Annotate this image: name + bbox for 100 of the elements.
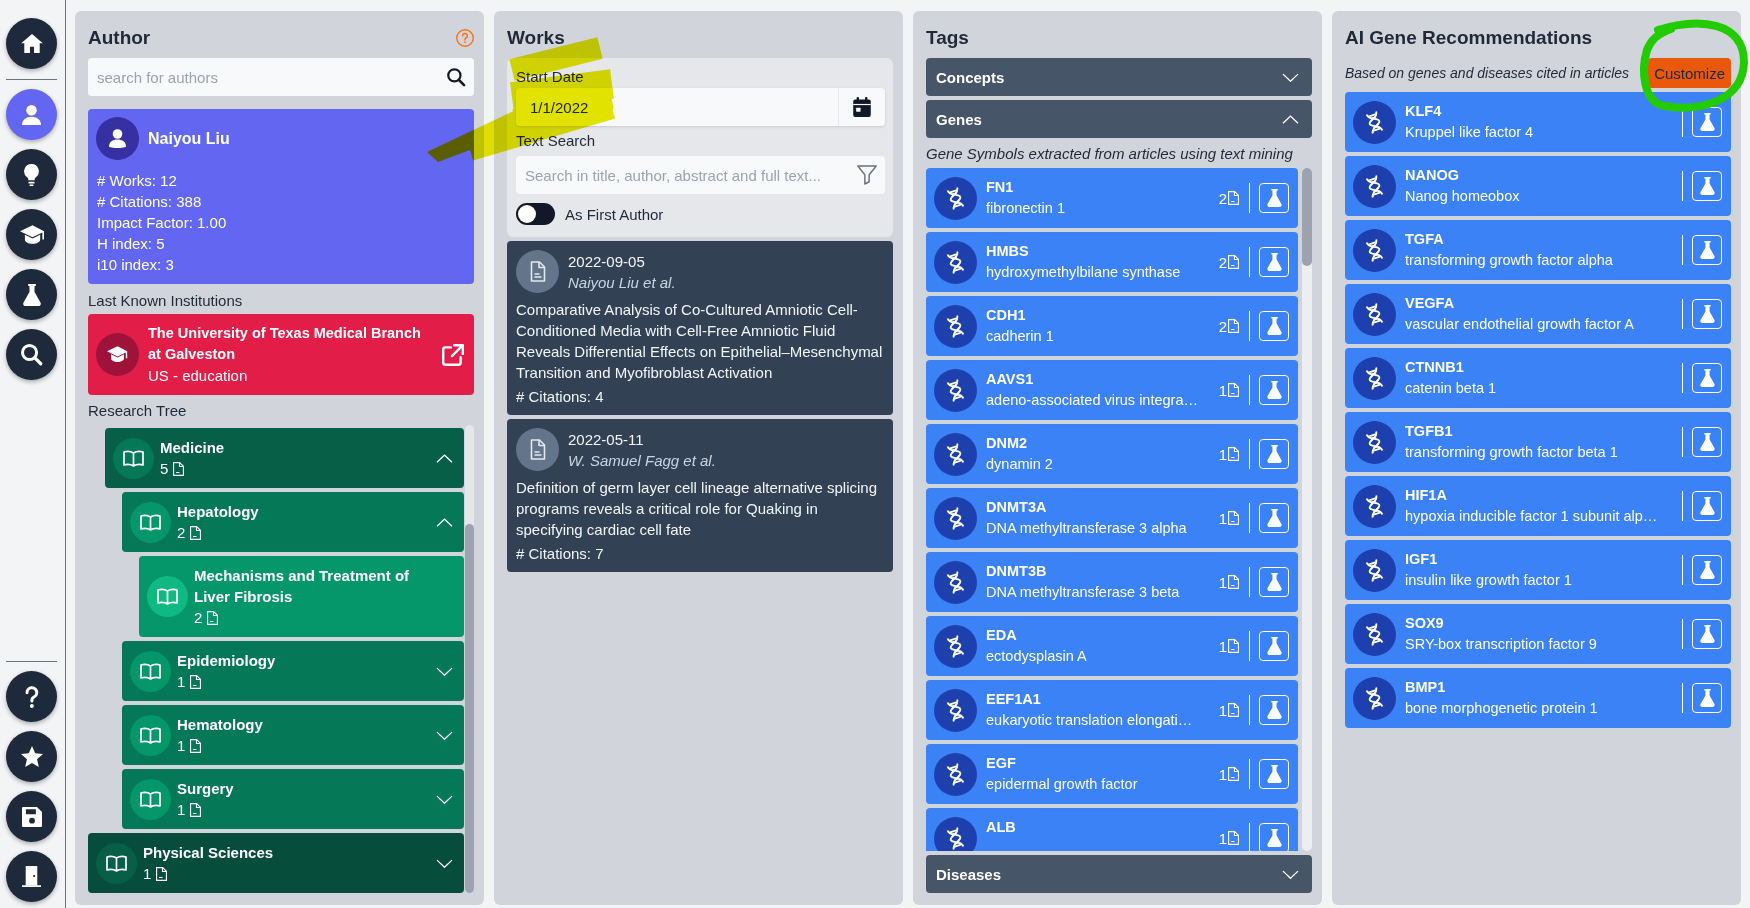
- gene-card[interactable]: TGFB1 transforming growth factor beta 1: [1345, 412, 1731, 472]
- gene-card[interactable]: CDH1 cadherin 1 2: [926, 296, 1298, 356]
- chevron-down-icon[interactable]: [1282, 72, 1299, 82]
- institution-type: US - education: [148, 366, 249, 386]
- gene-card[interactable]: HIF1A hypoxia inducible factor 1 subunit alp…: [1345, 476, 1731, 536]
- gene-card[interactable]: CTNNB1 catenin beta 1: [1345, 348, 1731, 408]
- text-search-field[interactable]: Search in title, author, abstract and full text...: [516, 156, 849, 194]
- chevron-down-icon[interactable]: [436, 858, 453, 868]
- accordion-header[interactable]: Concepts: [926, 58, 1312, 96]
- flask-button[interactable]: [1259, 311, 1289, 341]
- lightbulb-nav-button[interactable]: [6, 149, 57, 200]
- toggle-switch[interactable]: [516, 203, 555, 225]
- tree-item[interactable]: Surgery 1: [122, 769, 464, 829]
- flask-button[interactable]: [1259, 439, 1289, 469]
- gene-card[interactable]: EGF epidermal growth factor 1: [926, 744, 1298, 804]
- document-count: 1: [177, 672, 186, 692]
- tree-item[interactable]: Medicine 5: [105, 428, 464, 488]
- gene-card[interactable]: KLF4 Kruppel like factor 4: [1345, 92, 1731, 152]
- flask-button[interactable]: [1692, 299, 1722, 329]
- chevron-up-icon[interactable]: [436, 517, 453, 527]
- avatar-icon: [96, 117, 139, 160]
- institution-name: The University of Texas Medical Branch at Galveston: [148, 324, 422, 364]
- flask-button[interactable]: [1259, 247, 1289, 277]
- flask-button[interactable]: [1692, 427, 1722, 457]
- chevron-down-icon[interactable]: [436, 730, 453, 740]
- scrollbar-thumb[interactable]: [465, 524, 474, 893]
- gene-card[interactable]: VEGFA vascular endothelial growth factor A: [1345, 284, 1731, 344]
- flask-button[interactable]: [1259, 375, 1289, 405]
- flask-icon: [1699, 113, 1715, 131]
- accordion-header[interactable]: Genes: [926, 100, 1312, 138]
- scrollbar-thumb[interactable]: [1302, 168, 1312, 266]
- calendar-button[interactable]: [838, 88, 885, 126]
- gene-card[interactable]: BMP1 bone morphogenetic protein 1: [1345, 668, 1731, 728]
- flask-button[interactable]: [1692, 491, 1722, 521]
- gene-card[interactable]: EEF1A1 eukaryotic translation elongati… 1: [926, 680, 1298, 740]
- author-card[interactable]: Naiyou Liu # Works: 12 # Citations: 388 Impact Factor: 1.00 H index: 5 i10 index: 3: [88, 109, 474, 284]
- flask-button[interactable]: [1259, 823, 1289, 851]
- gene-card[interactable]: NANOG Nanog homeobox: [1345, 156, 1731, 216]
- chevron-down-icon[interactable]: [436, 666, 453, 676]
- flask-button[interactable]: [1692, 235, 1722, 265]
- tree-item[interactable]: Physical Sciences 1: [88, 833, 464, 893]
- flask-button[interactable]: [1259, 503, 1289, 533]
- customize-button[interactable]: Customize: [1648, 58, 1731, 88]
- flask-button[interactable]: [1692, 363, 1722, 393]
- save-nav-button[interactable]: [6, 791, 57, 842]
- gene-card[interactable]: EDA ectodysplasin A 1: [926, 616, 1298, 676]
- tree-item[interactable]: Hematology 1: [122, 705, 464, 765]
- gene-card[interactable]: DNM2 dynamin 2 1: [926, 424, 1298, 484]
- gene-card[interactable]: TGFA transforming growth factor alpha: [1345, 220, 1731, 280]
- gene-name: Nanog homeobox: [1405, 187, 1521, 206]
- flask-button[interactable]: [1259, 631, 1289, 661]
- chevron-down-icon[interactable]: [1282, 869, 1299, 879]
- flask-button[interactable]: [1259, 567, 1289, 597]
- home-nav-button[interactable]: [6, 18, 57, 69]
- tree-item[interactable]: Hepatology 2: [122, 492, 464, 552]
- work-card[interactable]: [507, 241, 893, 415]
- gene-card[interactable]: HMBS hydroxymethylbilane synthase 2: [926, 232, 1298, 292]
- flask-button[interactable]: [1259, 695, 1289, 725]
- gene-card[interactable]: IGF1 insulin like growth factor 1: [1345, 540, 1731, 600]
- flask-button[interactable]: [1692, 171, 1722, 201]
- document-icon: [156, 866, 168, 881]
- flask-button[interactable]: [1692, 107, 1722, 137]
- external-link-icon[interactable]: [442, 343, 464, 366]
- flask-button[interactable]: [1692, 683, 1722, 713]
- gene-card[interactable]: SOX9 SRY-box transcription factor 9: [1345, 604, 1731, 664]
- flask-nav-button[interactable]: [6, 269, 57, 320]
- gene-name: bone morphogenetic protein 1: [1405, 699, 1599, 718]
- gene-name: transforming growth factor beta 1: [1405, 443, 1619, 462]
- search-nav-button[interactable]: [6, 329, 57, 380]
- tree-item[interactable]: Mechanisms and Treatment of Liver Fibrosis 2: [139, 556, 464, 637]
- chevron-up-icon[interactable]: [1282, 114, 1299, 124]
- gene-symbol: SOX9: [1405, 614, 1445, 633]
- gene-card[interactable]: FN1 fibronectin 1 2: [926, 168, 1298, 228]
- filter-button[interactable]: [849, 156, 885, 194]
- flask-button[interactable]: [1259, 759, 1289, 789]
- help-nav-button[interactable]: [6, 671, 57, 722]
- gene-card[interactable]: AAVS1 adeno-associated virus integra… 1: [926, 360, 1298, 420]
- author-search-field[interactable]: search for authors: [88, 58, 438, 96]
- star-nav-button[interactable]: [6, 731, 57, 782]
- gene-card[interactable]: ALB 1: [926, 808, 1298, 851]
- flask-icon: [1266, 317, 1282, 335]
- accordion-header[interactable]: Diseases: [926, 855, 1312, 893]
- work-card[interactable]: 2022-05-11 W. Samuel Fagg et al. Definition of germ layer cell lineage alternative splicing programs reveals a critical role for Quaking in specifying cardiac cell fate # Citations: 7: [507, 419, 893, 572]
- door-nav-button[interactable]: [6, 851, 57, 902]
- tree-item[interactable]: Epidemiology 1: [122, 641, 464, 701]
- document-icon: [1228, 767, 1239, 781]
- help-icon[interactable]: [456, 29, 474, 47]
- dna-icon: [934, 624, 977, 668]
- chevron-down-icon[interactable]: [436, 794, 453, 804]
- dna-icon: [934, 752, 977, 796]
- flask-button[interactable]: [1692, 555, 1722, 585]
- flask-button[interactable]: [1259, 183, 1289, 213]
- chevron-up-icon[interactable]: [436, 453, 453, 463]
- flask-button[interactable]: [1692, 619, 1722, 649]
- gene-card[interactable]: DNMT3B DNA methyltransferase 3 beta 1: [926, 552, 1298, 612]
- gene-card[interactable]: DNMT3A DNA methyltransferase 3 alpha 1: [926, 488, 1298, 548]
- search-button[interactable]: [438, 58, 474, 96]
- person-nav-button[interactable]: [6, 89, 57, 140]
- graduation-cap-nav-button[interactable]: [6, 209, 57, 260]
- tree-item-label: Mechanisms and Treatment of Liver Fibrosis: [194, 566, 411, 607]
